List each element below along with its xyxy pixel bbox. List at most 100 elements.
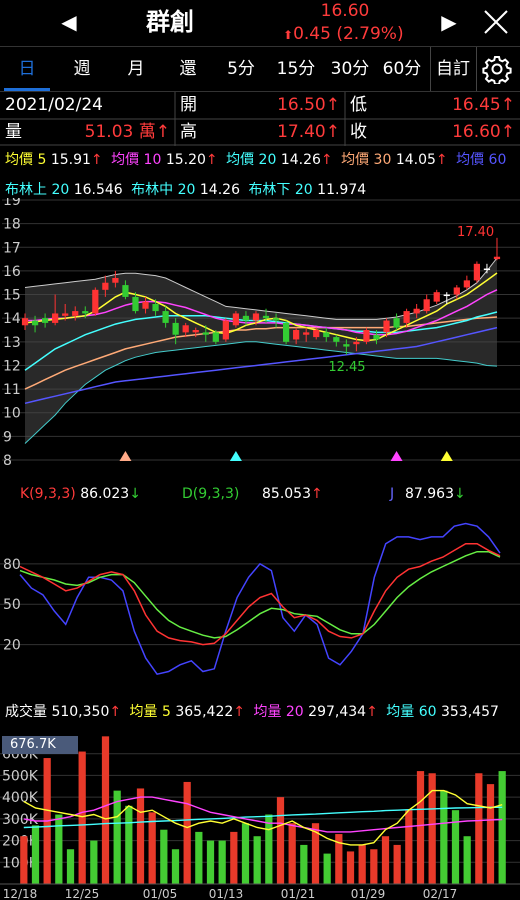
tab-custom[interactable]: 自訂	[432, 47, 474, 91]
volume-bar	[370, 849, 378, 884]
k-line	[19, 542, 501, 646]
volume-bar	[253, 836, 261, 884]
price-tick-label: 10	[3, 406, 21, 422]
ma5-value: 15.91	[50, 152, 91, 168]
candle-body	[363, 330, 370, 342]
volume-bar	[276, 797, 285, 884]
boll-lower-value: 11.974	[317, 182, 367, 198]
close-icon[interactable]	[482, 8, 510, 36]
candle-body	[52, 313, 59, 323]
up-arrow-icon: ⬆	[283, 28, 294, 42]
vol-arrow: ↑	[109, 704, 122, 720]
k-value: 86.023	[80, 486, 130, 502]
candle-body	[232, 313, 240, 326]
low-price-annotation: 12.45	[328, 360, 365, 375]
price-tick-label: 8	[3, 453, 12, 469]
current-price: 16.60	[320, 1, 370, 21]
candle-body	[443, 294, 450, 297]
candle-body	[393, 318, 400, 328]
ma20-label: 均價 20	[226, 152, 277, 168]
date-tick-label: 01/05	[143, 887, 178, 900]
ma60-label: 均價 60	[456, 152, 507, 168]
period-tabs: 日 週 月 還 5分 15分 30分 60分 自訂	[0, 46, 520, 92]
price-tick-label: 9	[3, 429, 12, 445]
vma20-arrow: ↑	[366, 704, 378, 720]
volume-bar	[300, 844, 308, 884]
candle-body	[132, 296, 139, 312]
volume-bar	[113, 790, 121, 884]
volume-bar	[31, 825, 40, 884]
candle-body	[142, 301, 149, 309]
candle-body	[303, 332, 310, 335]
volume-bar	[55, 814, 63, 884]
price-tick-label: 13	[3, 335, 21, 351]
j-label: J	[390, 486, 395, 502]
settings-gear-icon[interactable]	[482, 54, 512, 86]
d-value-group: 85.053↑	[262, 484, 323, 504]
price-tick-label: 18	[3, 217, 21, 233]
ma10-value: 15.20	[165, 152, 206, 168]
ma30-value: 14.05	[395, 152, 436, 168]
tab-restore[interactable]: 還	[164, 47, 212, 91]
volume-bar	[358, 844, 366, 884]
tab-divider	[476, 47, 477, 91]
boll-legend: 布林上 20 16.546 布林中 20 14.26 布林下 20 11.974	[5, 180, 366, 200]
candle-body	[212, 332, 219, 342]
boll-mid-label: 布林中 20	[131, 182, 196, 198]
vma60-label: 均量 60	[386, 704, 437, 720]
volume-bar	[218, 840, 226, 884]
candle-body	[262, 315, 270, 319]
k-arrow: ↓	[129, 486, 141, 502]
d-arrow: ↑	[311, 486, 323, 502]
candle-body	[282, 322, 290, 342]
price-tick-label: 17	[3, 240, 21, 256]
candle-body	[102, 282, 109, 290]
volume-bar	[428, 773, 436, 884]
candle-body	[473, 263, 481, 281]
tab-month[interactable]: 月	[112, 47, 160, 91]
volume-bar-chart[interactable]: 600K500K400K300K200K100K12/18 12/25 01/05 0…	[0, 732, 520, 900]
price-change-text: 0.45 (2.79%)	[293, 24, 404, 44]
candle-body	[423, 299, 430, 312]
vma5-value: 365,422	[175, 704, 234, 720]
volume-bar	[241, 823, 250, 884]
tab-30min[interactable]: 30分	[324, 47, 376, 91]
volume-bar	[90, 840, 98, 884]
info-date: 2021/02/24	[5, 95, 103, 115]
volume-bar	[66, 849, 75, 884]
bollinger-band-area	[25, 258, 497, 444]
tab-week[interactable]: 週	[58, 47, 106, 91]
quote-info-table: 2021/02/24 開 16.50↑ 低 16.45↑ 量 51.03 萬↑ …	[0, 92, 520, 146]
volume-bar	[323, 853, 331, 884]
price-candlestick-chart[interactable]: 19 18 17 16 15 14 13 12 11 10 9 8 17.40 12.45	[0, 198, 520, 470]
candle-body	[152, 304, 159, 312]
volume-bar	[125, 805, 133, 884]
high-price-annotation: 17.40	[457, 225, 494, 240]
volume-bar	[160, 829, 168, 884]
kd-tick-label: 80	[3, 557, 21, 573]
volume-bar	[393, 844, 401, 884]
next-stock-icon[interactable]: ▶	[438, 8, 460, 36]
candle-body	[323, 332, 330, 338]
k-label: K(9,3,3)	[20, 486, 76, 502]
boll-lower-label: 布林下 20	[248, 182, 313, 198]
tab-day[interactable]: 日	[4, 47, 50, 91]
tab-15min[interactable]: 15分	[270, 47, 322, 91]
date-tick-label: 01/13	[209, 887, 244, 900]
date-tick-label: 12/18	[3, 887, 38, 900]
kd-indicator-chart[interactable]: 80 50 20	[0, 510, 520, 690]
date-tick-label: 02/17	[423, 887, 458, 900]
low-label: 低	[350, 95, 367, 115]
volume-bar	[381, 836, 390, 884]
ma10-label: 均價 10	[111, 152, 162, 168]
tab-5min[interactable]: 5分	[216, 47, 266, 91]
tab-60min[interactable]: 60分	[376, 47, 428, 91]
prev-stock-icon[interactable]: ◀	[58, 8, 80, 36]
volume-bar	[183, 781, 191, 884]
ma5-label: 均價 5	[5, 152, 47, 168]
open-value: 16.50↑	[277, 95, 340, 115]
tab-divider	[430, 47, 431, 91]
open-label: 開	[180, 95, 197, 115]
high-label: 高	[180, 122, 197, 142]
j-arrow: ↓	[454, 486, 466, 502]
